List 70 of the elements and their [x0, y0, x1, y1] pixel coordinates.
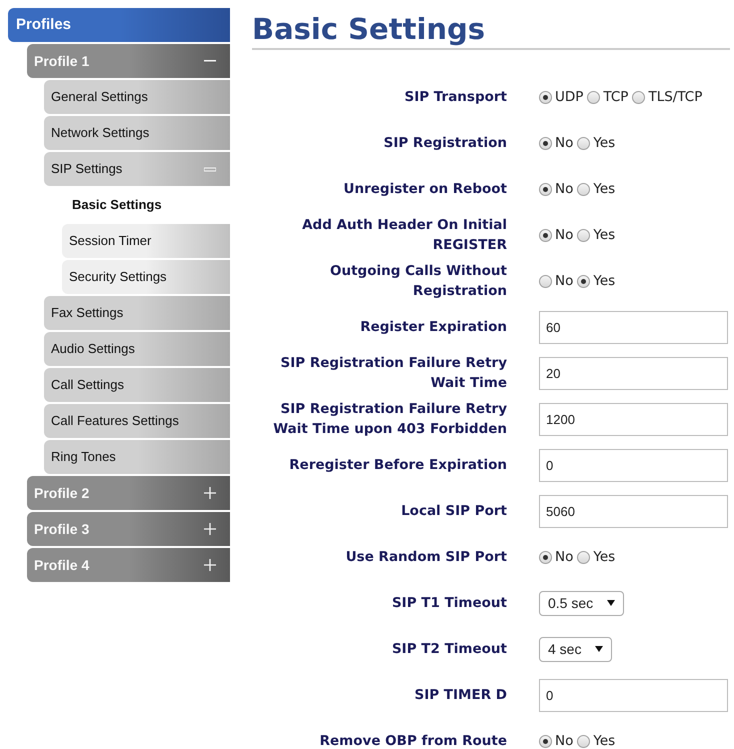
- radio-button[interactable]: [577, 734, 590, 748]
- radio-label: Yes: [593, 180, 616, 199]
- sidebar-item[interactable]: Network Settings: [44, 116, 230, 150]
- radio-label: No: [555, 548, 574, 567]
- radio-label: Yes: [593, 548, 616, 567]
- dropdown[interactable]: 0.5 sec: [539, 590, 624, 616]
- radio-label: Yes: [593, 732, 616, 749]
- radio-button[interactable]: [587, 90, 600, 104]
- sidebar-item[interactable]: SIP Settings: [44, 152, 230, 186]
- field-label: Add Auth Header On Initial REGISTER: [301, 216, 507, 255]
- page-title: Basic Settings: [252, 12, 486, 46]
- plus-icon: [204, 487, 216, 499]
- radio-button[interactable]: [577, 182, 590, 196]
- radio-button[interactable]: [577, 136, 590, 150]
- plus-icon: [204, 523, 216, 535]
- input-field[interactable]: 20: [539, 356, 728, 390]
- radio-button[interactable]: [539, 228, 552, 242]
- radio-button[interactable]: [539, 90, 552, 104]
- radio-label: TLS/TCP: [648, 88, 702, 107]
- field-label: Use Random SIP Port: [344, 548, 507, 567]
- input-field[interactable]: 60: [539, 310, 728, 344]
- field-label: SIP Registration Failure Retry Wait Time: [280, 354, 507, 393]
- input-field[interactable]: 1200: [539, 402, 728, 436]
- radio-button[interactable]: [577, 274, 590, 288]
- radio-button[interactable]: [577, 550, 590, 564]
- caret-icon: [607, 600, 616, 606]
- radio-label: No: [555, 226, 574, 245]
- field-label: Local SIP Port: [400, 502, 507, 521]
- radio-label: No: [555, 180, 574, 199]
- field-label: Remove OBP from Route: [318, 732, 507, 749]
- field-label: SIP TIMER D: [413, 686, 507, 705]
- plus-icon: [204, 559, 216, 571]
- radio-label: No: [555, 134, 574, 153]
- radio-button[interactable]: [539, 734, 552, 748]
- sidebar-item[interactable]: Call Features Settings: [44, 404, 230, 438]
- field-label: Register Expiration: [359, 318, 507, 337]
- sidebar-item[interactable]: Fax Settings: [44, 296, 230, 330]
- radio-button[interactable]: [539, 550, 552, 564]
- radio-label: Yes: [593, 134, 616, 153]
- radio-label: Yes: [593, 226, 616, 245]
- sidebar-subitem[interactable]: Session Timer: [62, 224, 230, 258]
- sidebar-header[interactable]: Profiles: [8, 8, 230, 42]
- radio-button[interactable]: [577, 228, 590, 242]
- sidebar-subitem[interactable]: Security Settings: [62, 260, 230, 294]
- field-label: Unregister on Reboot: [342, 180, 507, 199]
- field-label: Reregister Before Expiration: [288, 456, 507, 475]
- radio-label: Yes: [593, 272, 616, 291]
- input-field[interactable]: 0: [539, 678, 728, 712]
- radio-label: No: [555, 272, 574, 291]
- radio-button[interactable]: [632, 90, 646, 104]
- radio-label: No: [555, 732, 574, 749]
- caret-icon: [595, 646, 604, 652]
- radio-label: TCP: [603, 88, 628, 107]
- field-label: Outgoing Calls Without Registration: [328, 262, 507, 301]
- field-label: SIP Registration: [382, 134, 507, 153]
- field-label: SIP Transport: [403, 88, 507, 107]
- dropdown[interactable]: 4 sec: [539, 636, 612, 662]
- sidebar-item[interactable]: Call Settings: [44, 368, 230, 402]
- field-label: SIP Registration Failure Retry Wait Time upon 403 Forbidden: [272, 400, 507, 439]
- field-label: SIP T2 Timeout: [390, 640, 507, 659]
- radio-button[interactable]: [539, 136, 552, 150]
- sidebar-item[interactable]: Ring Tones: [44, 440, 230, 474]
- input-field[interactable]: 0: [539, 448, 728, 482]
- input-field[interactable]: 5060: [539, 494, 728, 528]
- radio-button[interactable]: [539, 182, 552, 196]
- field-label: SIP T1 Timeout: [390, 594, 507, 613]
- radio-button[interactable]: [539, 274, 552, 288]
- sidebar-item[interactable]: Audio Settings: [44, 332, 230, 366]
- radio-label: UDP: [555, 88, 584, 107]
- sidebar-item[interactable]: General Settings: [44, 80, 230, 114]
